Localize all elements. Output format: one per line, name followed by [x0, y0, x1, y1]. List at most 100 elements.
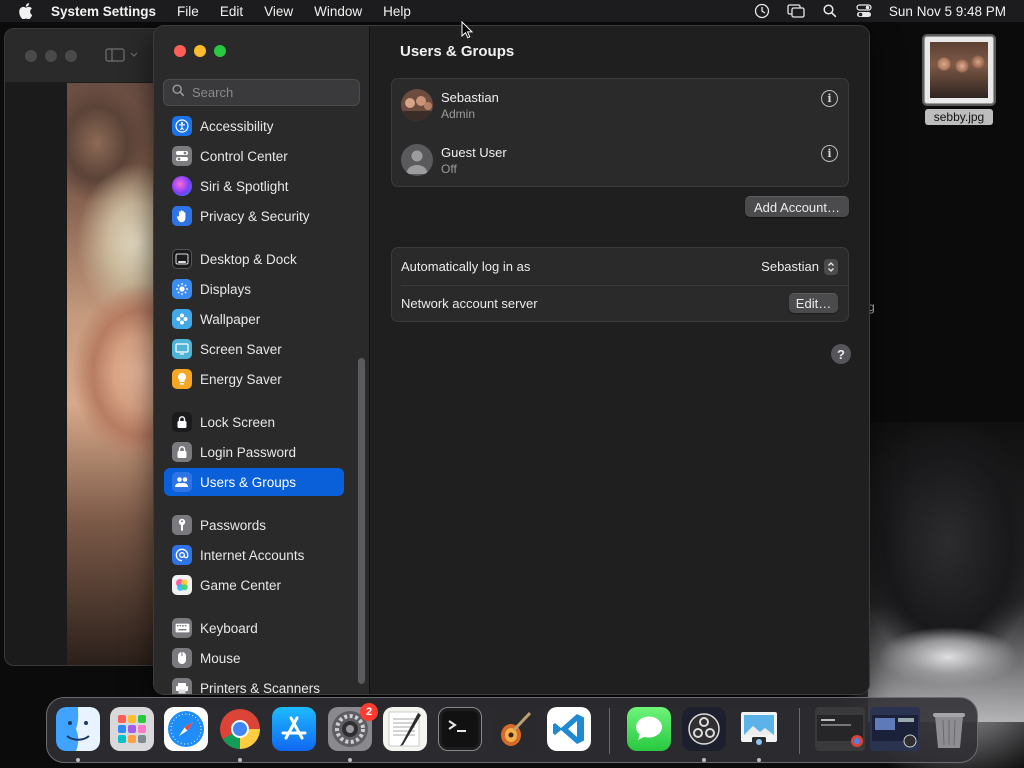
user-role: Off [441, 162, 457, 176]
add-account-button[interactable]: Add Account… [745, 196, 849, 217]
menu-bar-clock[interactable]: Sun Nov 5 9:48 PM [889, 4, 1006, 19]
dock-textedit[interactable] [383, 707, 427, 751]
mouse-icon [172, 648, 192, 668]
menu-app-name[interactable]: System Settings [51, 4, 156, 19]
dock-minimized-chrome-window[interactable] [815, 707, 865, 751]
siri-icon [172, 176, 192, 196]
edit-button[interactable]: Edit… [789, 293, 838, 313]
sidebar-item-printers-scanners[interactable]: Printers & Scanners [164, 674, 344, 694]
sidebar-item-keyboard[interactable]: Keyboard [164, 614, 344, 642]
search-field[interactable] [163, 79, 360, 106]
sidebar-item-energy-saver[interactable]: Energy Saver [164, 365, 344, 393]
sidebar-item-internet-accounts[interactable]: Internet Accounts [164, 541, 344, 569]
dock-launchpad[interactable] [110, 707, 154, 751]
menu-help[interactable]: Help [383, 4, 411, 19]
dock-obs[interactable] [682, 707, 726, 751]
menu-view[interactable]: View [264, 4, 293, 19]
sidebar-list: Accessibility Control Center Siri & Spot… [154, 112, 370, 694]
dock-system-settings[interactable]: 2 [328, 703, 378, 751]
dock-chrome[interactable] [218, 707, 262, 751]
dock-minimized-obs-window[interactable] [870, 707, 920, 751]
sidebar-toggle-icon[interactable] [105, 47, 145, 63]
chrome-icon [220, 709, 260, 749]
sidebar-item-label: Energy Saver [200, 371, 282, 387]
dock-terminal[interactable] [438, 707, 482, 751]
screen-time-icon[interactable] [753, 3, 771, 19]
dock-messages[interactable] [627, 707, 671, 751]
help-button[interactable]: ? [831, 344, 851, 364]
sidebar-item-displays[interactable]: Displays [164, 275, 344, 303]
window-minimize-button[interactable] [194, 45, 206, 57]
sidebar-item-users-groups[interactable]: Users & Groups [164, 468, 344, 496]
dock-finder[interactable] [56, 707, 100, 751]
sidebar-item-label: Desktop & Dock [200, 251, 297, 267]
window-close-button[interactable] [174, 45, 186, 57]
dock-vscode[interactable] [547, 707, 591, 751]
page-title: Users & Groups [400, 43, 515, 60]
guitar-icon [494, 708, 536, 750]
control-center-icon[interactable] [855, 3, 873, 19]
sidebar-item-label: Mouse [200, 650, 241, 666]
sidebar-item-mouse[interactable]: Mouse [164, 644, 344, 672]
info-icon[interactable]: i [821, 90, 838, 107]
sidebar-item-passwords[interactable]: Passwords [164, 511, 344, 539]
sidebar-item-siri-spotlight[interactable]: Siri & Spotlight [164, 172, 344, 200]
running-indicator [76, 758, 80, 762]
dock-preview[interactable] [737, 707, 781, 751]
user-name: Sebastian [441, 90, 499, 105]
dock-app-store[interactable] [272, 707, 316, 751]
menu-edit[interactable]: Edit [220, 4, 243, 19]
key-icon [172, 515, 192, 535]
desktop-file-sebby[interactable]: sebby.jpg [924, 36, 994, 130]
dock-trash[interactable] [927, 707, 971, 751]
sidebar-item-screen-saver[interactable]: Screen Saver [164, 335, 344, 363]
photo-window-minimize-button[interactable] [45, 50, 57, 62]
photo-window-close-button[interactable] [25, 50, 37, 62]
auto-login-popup[interactable]: Sebastian [761, 258, 838, 275]
photo-window-zoom-button[interactable] [65, 50, 77, 62]
running-indicator [702, 758, 706, 762]
wallpaper-icon [172, 309, 192, 329]
game-center-icon [172, 575, 192, 595]
search-input[interactable] [192, 85, 352, 100]
dock-safari[interactable] [164, 707, 208, 751]
sidebar-item-login-password[interactable]: Login Password [164, 438, 344, 466]
user-row-guest[interactable]: Guest User Off i [392, 134, 848, 188]
mouse-cursor-icon [461, 20, 474, 39]
app-store-icon [281, 716, 307, 740]
dock-garageband[interactable] [493, 707, 537, 751]
sidebar-item-desktop-dock[interactable]: Desktop & Dock [164, 245, 344, 273]
sidebar-item-label: Game Center [200, 577, 282, 593]
control-center-icon [172, 146, 192, 166]
users-list: Sebastian Admin i Guest User Off i [391, 78, 849, 187]
sidebar-scrollbar[interactable] [358, 358, 365, 684]
hand-icon [172, 206, 192, 226]
background-photo-window[interactable] [4, 28, 174, 666]
apple-menu-icon[interactable] [18, 3, 34, 19]
sidebar-item-accessibility[interactable]: Accessibility [164, 112, 344, 140]
search-icon [172, 83, 185, 102]
search-icon[interactable] [821, 3, 839, 19]
user-role: Admin [441, 107, 476, 121]
info-icon[interactable]: i [821, 145, 838, 162]
sidebar-item-label: Siri & Spotlight [200, 178, 289, 194]
displays-icon [172, 279, 192, 299]
printer-icon [172, 678, 192, 694]
keyboard-icon [172, 618, 192, 638]
user-row-sebastian[interactable]: Sebastian Admin i [392, 79, 848, 133]
sidebar-item-lock-screen[interactable]: Lock Screen [164, 408, 344, 436]
sidebar-item-game-center[interactable]: Game Center [164, 571, 344, 599]
screen-mirroring-icon[interactable] [787, 3, 805, 19]
menu-window[interactable]: Window [314, 4, 362, 19]
sidebar-item-privacy-security[interactable]: Privacy & Security [164, 202, 344, 230]
menu-file[interactable]: File [177, 4, 199, 19]
safari-icon [168, 711, 204, 747]
sidebar-item-control-center[interactable]: Control Center [164, 142, 344, 170]
file-label: sebby.jpg [925, 109, 993, 125]
sidebar-item-label: Keyboard [200, 620, 258, 636]
messages-icon [636, 716, 662, 740]
dock-icon [172, 249, 192, 269]
photo-window-titlebar[interactable] [5, 29, 173, 82]
sidebar-item-wallpaper[interactable]: Wallpaper [164, 305, 344, 333]
window-zoom-button[interactable] [214, 45, 226, 57]
